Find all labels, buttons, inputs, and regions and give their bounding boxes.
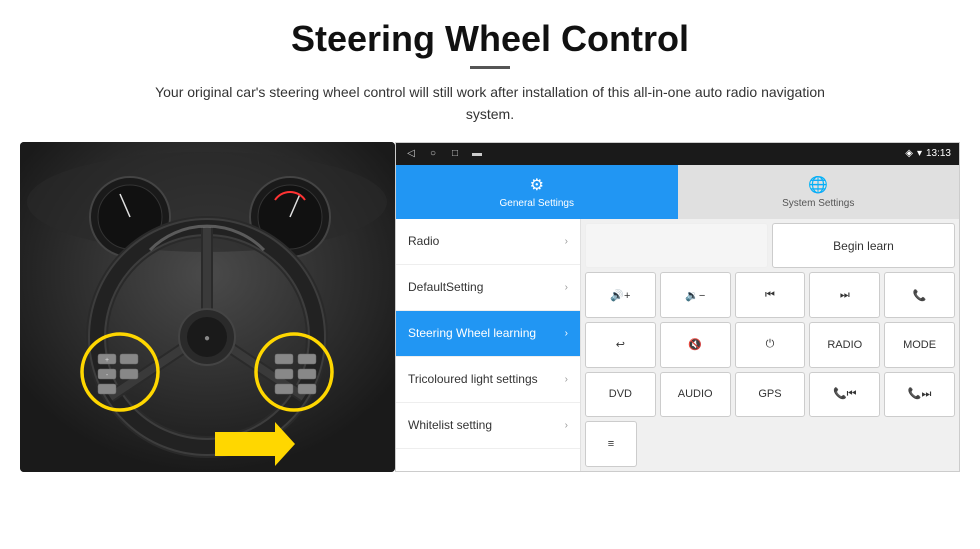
android-screen: ◁ ○ □ ▬ ◈ ▾ 13:13 ⚙ General Settings (395, 142, 960, 472)
svg-text:+: + (105, 357, 109, 364)
menu-item-whitelist-label: Whitelist setting (408, 418, 565, 432)
menu-icon-button[interactable]: ≡ (585, 421, 637, 467)
page-title: Steering Wheel Control (291, 18, 689, 60)
tab-system-label: System Settings (782, 198, 854, 209)
car-image: ● + - (20, 142, 395, 472)
menu-area: Radio › DefaultSetting › Steering Wheel … (396, 219, 959, 471)
btn-row-4: ≡ (585, 421, 955, 467)
back-nav-icon[interactable]: ◁ (404, 147, 418, 161)
next-track-button[interactable]: ⏭ (809, 272, 880, 318)
dvd-label: DVD (609, 388, 632, 400)
menu-item-radio[interactable]: Radio › (396, 219, 580, 265)
hangup-button[interactable]: ↩ (585, 322, 656, 368)
svg-text:●: ● (204, 333, 210, 344)
menu-item-radio-label: Radio (408, 234, 565, 248)
left-menu: Radio › DefaultSetting › Steering Wheel … (396, 219, 581, 471)
phone-next-button[interactable]: 📞⏭ (884, 372, 955, 418)
radio-label: RADIO (827, 339, 862, 351)
begin-learn-button[interactable]: Begin learn (772, 223, 955, 269)
content-row: ● + - (20, 142, 960, 472)
phone-next-icon: 📞⏭ (908, 387, 932, 401)
extra-nav-icon[interactable]: ▬ (470, 147, 484, 161)
gps-label: GPS (758, 388, 781, 400)
gps-button[interactable]: GPS (735, 372, 806, 418)
menu-item-default-label: DefaultSetting (408, 280, 565, 294)
tab-bar: ⚙ General Settings 🌐 System Settings (396, 165, 959, 219)
page-subtitle: Your original car's steering wheel contr… (140, 81, 840, 126)
title-divider (470, 66, 510, 69)
phone-prev-icon: 📞⏮ (833, 387, 857, 401)
tab-system-settings[interactable]: 🌐 System Settings (678, 165, 960, 219)
power-icon: ⏻ (766, 338, 775, 351)
system-settings-icon: 🌐 (808, 175, 828, 195)
phone-button[interactable]: 📞 (884, 272, 955, 318)
menu-item-steering[interactable]: Steering Wheel learning › (396, 311, 580, 357)
vol-up-icon: 🔊+ (610, 289, 630, 302)
page-wrapper: Steering Wheel Control Your original car… (0, 0, 980, 549)
menu-item-steering-label: Steering Wheel learning (408, 326, 565, 340)
menu-item-default[interactable]: DefaultSetting › (396, 265, 580, 311)
status-bar-right: ◈ ▾ 13:13 (905, 148, 951, 159)
btn-row-3: DVD AUDIO GPS 📞⏮ 📞⏭ (585, 372, 955, 418)
hangup-icon: ↩ (616, 338, 625, 351)
menu-item-whitelist[interactable]: Whitelist setting › (396, 403, 580, 449)
audio-button[interactable]: AUDIO (660, 372, 731, 418)
vol-down-button[interactable]: 🔉− (660, 272, 731, 318)
tab-general-label: General Settings (500, 198, 575, 209)
vol-up-button[interactable]: 🔊+ (585, 272, 656, 318)
phone-prev-button[interactable]: 📞⏮ (809, 372, 880, 418)
dvd-button[interactable]: DVD (585, 372, 656, 418)
btn-row-0: Begin learn (585, 223, 955, 269)
general-settings-icon: ⚙ (530, 175, 544, 195)
next-track-icon: ⏭ (840, 289, 850, 302)
menu-item-tricoloured[interactable]: Tricoloured light settings › (396, 357, 580, 403)
menu-item-tricoloured-label: Tricoloured light settings (408, 372, 565, 386)
btn-row-2: ↩ 🔇 ⏻ RADIO MODE (585, 322, 955, 368)
mute-icon: 🔇 (688, 338, 702, 351)
chevron-icon: › (565, 374, 568, 385)
home-nav-icon[interactable]: ○ (426, 147, 440, 161)
chevron-icon: › (565, 236, 568, 247)
vol-down-icon: 🔉− (685, 289, 705, 302)
phone-icon: 📞 (913, 289, 927, 302)
steering-wheel-svg: ● + - (20, 142, 395, 472)
tab-general-settings[interactable]: ⚙ General Settings (396, 165, 678, 219)
prev-track-icon: ⏮ (765, 289, 775, 302)
clock: 13:13 (926, 148, 951, 159)
radio-button[interactable]: RADIO (809, 322, 880, 368)
mute-button[interactable]: 🔇 (660, 322, 731, 368)
empty-slot (585, 223, 768, 269)
right-panel: Begin learn 🔊+ 🔉− ⏮ (581, 219, 959, 471)
btn-row-1: 🔊+ 🔉− ⏮ ⏭ 📞 (585, 272, 955, 318)
recents-nav-icon[interactable]: □ (448, 147, 462, 161)
audio-label: AUDIO (678, 388, 713, 400)
chevron-icon: › (565, 328, 568, 339)
mode-button[interactable]: MODE (884, 322, 955, 368)
status-bar-nav: ◁ ○ □ ▬ (404, 147, 484, 161)
chevron-icon: › (565, 420, 568, 431)
prev-track-button[interactable]: ⏮ (735, 272, 806, 318)
chevron-icon: › (565, 282, 568, 293)
menu-icon: ≡ (608, 438, 614, 450)
location-icon: ◈ (905, 148, 913, 159)
mode-label: MODE (903, 339, 936, 351)
wifi-icon: ▾ (917, 148, 922, 159)
status-bar: ◁ ○ □ ▬ ◈ ▾ 13:13 (396, 143, 959, 165)
power-button[interactable]: ⏻ (735, 322, 806, 368)
